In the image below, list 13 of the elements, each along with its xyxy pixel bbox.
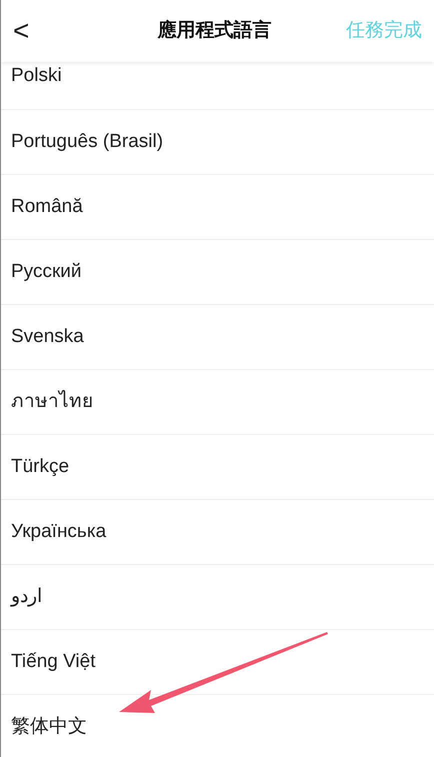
language-option[interactable]: ภาษาไทย	[11, 388, 93, 416]
language-option[interactable]: Polski	[11, 62, 62, 91]
language-option[interactable]: Русский	[11, 258, 82, 286]
back-button[interactable]: <	[13, 10, 53, 52]
language-option[interactable]: Українська	[11, 518, 106, 546]
page-title: 應用程式語言	[158, 18, 272, 43]
language-option[interactable]: Română	[11, 192, 83, 222]
language-option[interactable]: Türkçe	[11, 452, 70, 482]
language-option[interactable]: Português (Brasil)	[11, 128, 164, 156]
language-option[interactable]: اردو	[11, 582, 42, 612]
language-option[interactable]: Tiếng Việt	[11, 648, 96, 676]
language-option[interactable]: 繁体中文	[11, 712, 87, 742]
language-option[interactable]: Svenska	[11, 322, 84, 352]
